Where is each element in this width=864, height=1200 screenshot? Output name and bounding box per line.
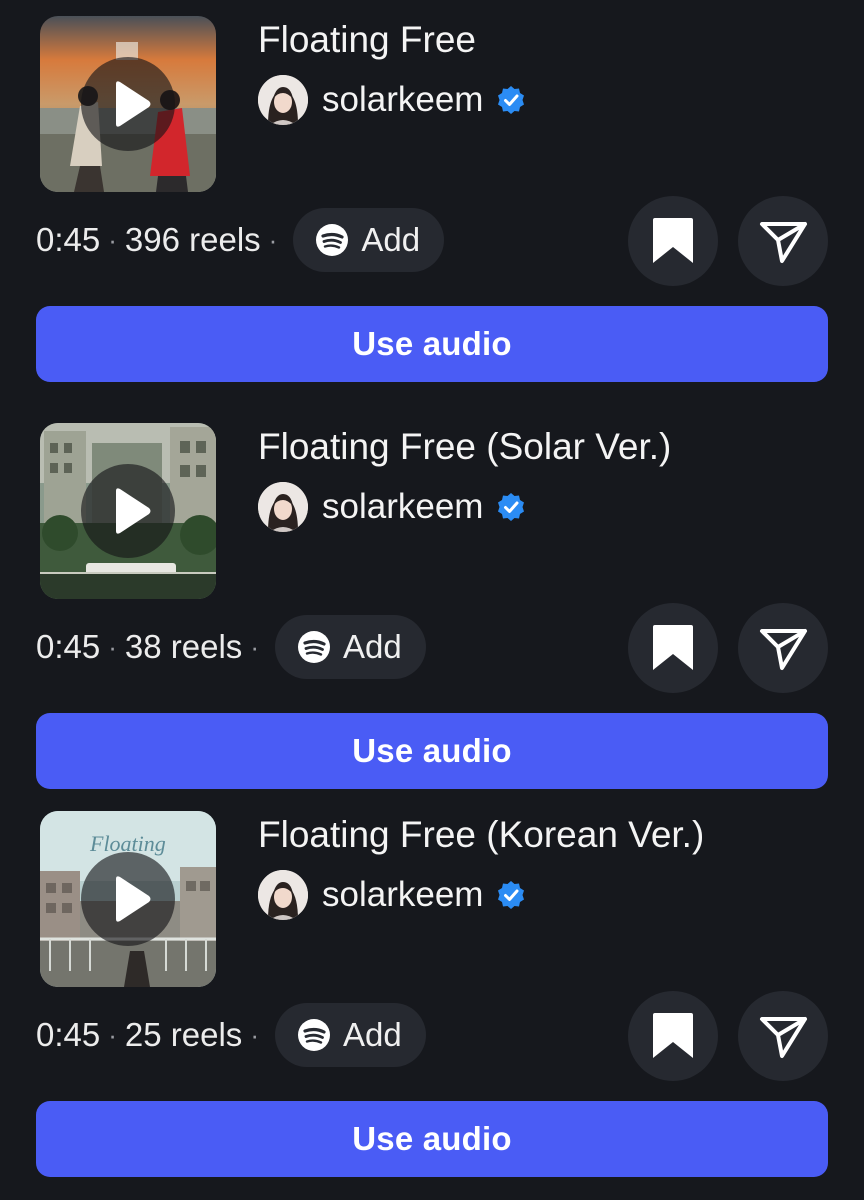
- verified-badge-icon: [498, 881, 525, 909]
- track-duration: 0:45: [36, 1016, 101, 1053]
- avatar-image: [258, 75, 308, 125]
- reels-count[interactable]: 38 reels: [125, 628, 242, 666]
- paper-plane-icon: [760, 222, 807, 263]
- album-cover-2[interactable]: [40, 423, 216, 599]
- play-button-1[interactable]: [81, 57, 175, 151]
- add-label: Add: [342, 1016, 402, 1053]
- track-title[interactable]: Floating Free: [258, 18, 476, 62]
- spotify-icon: [297, 631, 330, 663]
- verified-badge-icon: [498, 493, 525, 521]
- artist-name: solarkeem: [322, 487, 484, 526]
- separator-dot: ·: [108, 224, 117, 255]
- track-duration: 0:45: [36, 628, 101, 665]
- use-audio-button[interactable]: Use audio: [36, 306, 828, 382]
- separator-dot: ·: [250, 631, 259, 662]
- separator-dot: ·: [268, 224, 278, 255]
- spotify-icon: [316, 224, 349, 256]
- spotify-add-button[interactable]: Add: [274, 1003, 426, 1067]
- audio-track-3: Floating Floating Free (Korean Ver.) sol…: [0, 795, 864, 1183]
- save-button[interactable]: [628, 196, 718, 286]
- share-button[interactable]: [738, 603, 828, 693]
- play-icon: [116, 81, 151, 127]
- reels-count[interactable]: 396 reels: [125, 221, 261, 259]
- reels-count[interactable]: 25 reels: [125, 1016, 242, 1054]
- artist-name: solarkeem: [322, 875, 484, 914]
- bookmark-icon: [653, 625, 693, 670]
- save-button[interactable]: [628, 603, 718, 693]
- artist-row[interactable]: solarkeem: [258, 74, 527, 126]
- track-duration: 0:45: [36, 221, 101, 258]
- avatar-image: [258, 870, 308, 920]
- share-button[interactable]: [738, 991, 828, 1081]
- add-label: Add: [342, 628, 402, 665]
- separator-dot: ·: [108, 1019, 117, 1050]
- artist-row[interactable]: solarkeem: [258, 869, 527, 921]
- track-meta: 0:45 · 396 reels · Add: [36, 206, 445, 274]
- share-button[interactable]: [738, 196, 828, 286]
- artist-row[interactable]: solarkeem: [258, 481, 527, 533]
- paper-plane-icon: [760, 629, 807, 670]
- audio-track-2: Floating Free (Solar Ver.) solarkeem 0:4…: [0, 407, 864, 795]
- play-button-3[interactable]: [81, 852, 175, 946]
- album-cover-3[interactable]: Floating: [40, 811, 216, 987]
- audio-track-1: Floating Free solarkeem 0:45 · 396 reels…: [0, 0, 864, 388]
- verified-badge-icon: [498, 86, 525, 114]
- artist-name: solarkeem: [322, 80, 484, 119]
- bookmark-icon: [653, 1013, 693, 1058]
- separator-dot: ·: [108, 631, 117, 662]
- spotify-icon: [297, 1019, 330, 1051]
- track-title[interactable]: Floating Free (Korean Ver.): [258, 813, 704, 857]
- track-title[interactable]: Floating Free (Solar Ver.): [258, 425, 671, 469]
- add-label: Add: [361, 221, 421, 258]
- album-cover-1[interactable]: [40, 16, 216, 192]
- use-audio-button[interactable]: Use audio: [36, 713, 828, 789]
- spotify-add-button[interactable]: Add: [274, 615, 426, 679]
- play-icon: [116, 876, 151, 922]
- artist-avatar: [258, 482, 308, 532]
- bookmark-icon: [653, 218, 693, 263]
- play-icon: [116, 488, 151, 534]
- track-meta: 0:45 · 25 reels · Add: [36, 1001, 426, 1069]
- separator-dot: ·: [250, 1019, 259, 1050]
- save-button[interactable]: [628, 991, 718, 1081]
- artist-avatar: [258, 870, 308, 920]
- paper-plane-icon: [760, 1017, 807, 1058]
- track-meta: 0:45 · 38 reels · Add: [36, 613, 426, 681]
- play-button-2[interactable]: [81, 464, 175, 558]
- use-audio-button[interactable]: Use audio: [36, 1101, 828, 1177]
- spotify-add-button[interactable]: Add: [293, 208, 445, 272]
- artist-avatar: [258, 75, 308, 125]
- avatar-image: [258, 482, 308, 532]
